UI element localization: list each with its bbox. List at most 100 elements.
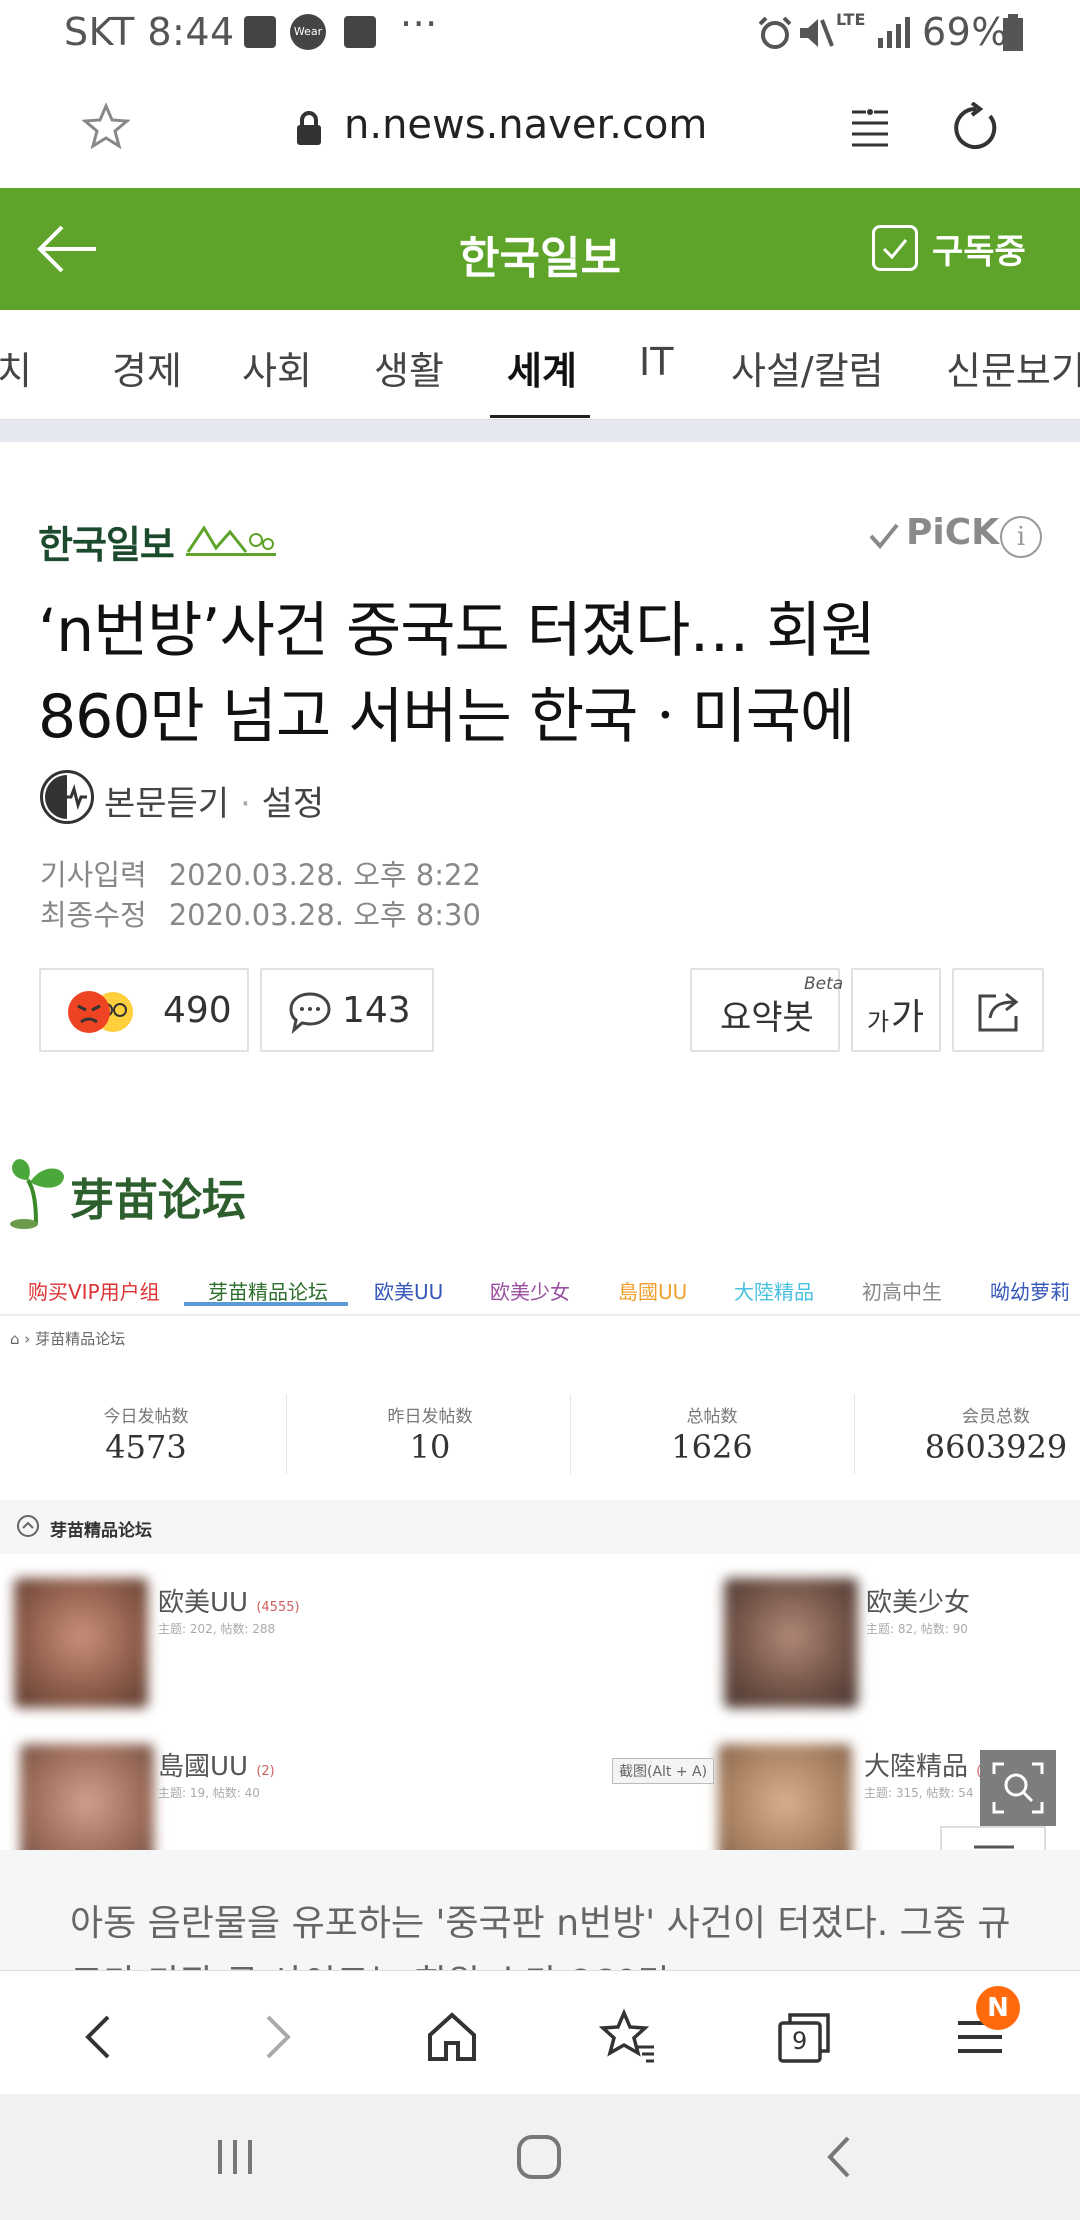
battery-percent: 69% — [922, 10, 1008, 54]
reaction-button[interactable]: 490 — [39, 968, 249, 1052]
tab-society[interactable]: 사회 — [242, 340, 312, 395]
listen-button[interactable]: 본문듣기 — [104, 784, 229, 824]
signal-icon — [878, 17, 910, 48]
image-search-button[interactable] — [980, 1750, 1056, 1826]
forum-nav-item: 欧美UU — [374, 1280, 444, 1304]
check-icon — [872, 225, 918, 271]
pick-label: PiCK — [906, 512, 1000, 553]
article-updated-date: 최종수정 2020.03.28. 오후 8:30 — [40, 892, 481, 934]
tab-economy[interactable]: 경제 — [112, 340, 182, 395]
subscribe-button[interactable]: 구독중 — [872, 222, 1026, 274]
battery-icon — [1003, 14, 1023, 51]
forum-sub: 主题: 19, 帖数: 40 — [158, 1786, 260, 1800]
forum-name: 欧美少女 — [866, 1588, 971, 1618]
tab-politics[interactable]: 정치 — [0, 340, 32, 395]
lte-label: LTE — [836, 10, 866, 29]
forum-sub: 主题: 315, 帖数: 54 — [864, 1786, 974, 1800]
alarm-icon — [758, 16, 792, 49]
stat-divider — [854, 1394, 855, 1474]
forum-name: 島國UU (2) — [158, 1746, 275, 1783]
comment-button[interactable]: 143 — [260, 968, 434, 1052]
star-icon[interactable] — [82, 102, 130, 150]
refresh-icon[interactable] — [950, 102, 1002, 154]
comment-icon — [289, 992, 331, 1034]
article-image: 芽苗论坛 购买VIP用户组 芽苗精品论坛 欧美UU 欧美少女 島國UU 大陸精品… — [0, 1146, 1080, 1850]
url-text[interactable]: n.news.naver.com — [344, 102, 707, 148]
back-icon[interactable] — [70, 2007, 130, 2067]
forward-icon[interactable] — [246, 2007, 306, 2067]
forum-sub: 主题: 82, 帖数: 90 — [866, 1622, 968, 1636]
stat-label: 今日发帖数 — [103, 1407, 189, 1427]
body-line: 아동 음란물을 유포하는 '중국판 n번방' 사건이 터졌다. 그중 규 — [70, 1903, 1011, 1944]
forum-title: 芽苗论坛 — [70, 1175, 246, 1226]
notification-icon — [244, 16, 276, 48]
forum-name-text: 大陸精品 — [864, 1752, 969, 1782]
reaction-emoji-icon — [68, 991, 133, 1033]
updated-date: 2020.03.28. 오후 8:30 — [168, 898, 481, 932]
article-input-date: 기사입력 2020.03.28. 오후 8:22 — [40, 852, 481, 894]
new-badge: N — [976, 1986, 1020, 2030]
screenshot-shortcut-label: 截图(Alt + A) — [612, 1758, 715, 1784]
input-label: 기사입력 — [40, 858, 147, 892]
listen-voice-icon[interactable] — [40, 770, 94, 824]
forum-name-text: 欧美UU — [158, 1588, 249, 1618]
forum-nav-indicator — [184, 1302, 348, 1306]
body-line: 모가 가장 큰 사이트는 회원 수가 860만 — [70, 1954, 1080, 1970]
sprout-logo-icon — [10, 1159, 64, 1229]
breadcrumb-label: 芽苗精品论坛 — [35, 1330, 126, 1348]
info-icon[interactable]: i — [1000, 516, 1042, 558]
article-body-text: 아동 음란물을 유포하는 '중국판 n번방' 사건이 터졌다. 그중 규 모가 … — [70, 1894, 1080, 1970]
article-headline: ‘n번방’사건 중국도 터졌다… 회원 860만 넘고 서버는 한국ㆍ미국에 — [38, 588, 1048, 760]
home-nav-icon[interactable] — [514, 2132, 564, 2182]
stat-divider — [286, 1394, 287, 1474]
comment-count: 143 — [342, 990, 411, 1031]
share-icon — [978, 992, 1019, 1032]
tab-it[interactable]: IT — [639, 340, 673, 384]
tab-life[interactable]: 생활 — [374, 340, 444, 395]
divider — [0, 420, 1080, 442]
forum-sub: 主题: 202, 帖数: 288 — [158, 1622, 276, 1636]
tab-world[interactable]: 세계 — [507, 340, 577, 395]
notification-icon — [344, 16, 376, 48]
forum-name-text: 島國UU — [158, 1752, 249, 1782]
stat-divider — [570, 1394, 571, 1474]
press-logo[interactable]: 한국일보 — [38, 514, 175, 569]
summary-bot-button[interactable]: 요약봇 Beta — [690, 968, 843, 1052]
forum-name: 大陸精品 (1 — [864, 1746, 990, 1783]
tab-opinion[interactable]: 사설/칼럼 — [731, 340, 884, 395]
section-tabs: 정치 경제 사회 생활 세계 IT 사설/칼럼 신문보기 — [0, 310, 1080, 420]
blurred-thumbnail — [14, 1578, 148, 1708]
forum-count: (4555) — [256, 1600, 300, 1615]
back-nav-icon[interactable] — [816, 2132, 866, 2182]
blurred-thumbnail — [20, 1744, 154, 1850]
mute-icon — [800, 19, 834, 47]
settings-link[interactable]: 설정 — [262, 784, 325, 824]
reader-mode-icon[interactable] — [848, 106, 892, 150]
tab-newspaper[interactable]: 신문보기 — [946, 340, 1080, 395]
recent-apps-icon[interactable] — [210, 2132, 260, 2182]
forum-count: (2) — [256, 1764, 275, 1779]
forum-nav-item: 芽苗精品论坛 — [208, 1280, 328, 1304]
separator-dot: · — [239, 784, 251, 824]
blurred-thumbnail — [718, 1744, 852, 1850]
font-size-large: 가 — [891, 997, 925, 1038]
forum-breadcrumb: ⌂ › 芽苗精品论坛 — [10, 1330, 126, 1348]
collapse-icon — [17, 1515, 39, 1537]
wear-icon: Wear — [290, 14, 326, 50]
forum-nav-item: 购买VIP用户组 — [28, 1280, 160, 1304]
section-label: 芽苗精品论坛 — [50, 1521, 152, 1541]
bookmark-star-icon[interactable] — [598, 2007, 658, 2067]
font-size-small: 가 — [867, 1008, 890, 1036]
subscribe-label: 구독중 — [932, 231, 1026, 272]
share-button[interactable] — [952, 968, 1044, 1052]
tabs-button[interactable]: 9 — [774, 2007, 834, 2067]
forum-nav: 购买VIP用户组 芽苗精品论坛 欧美UU 欧美少女 島國UU 大陸精品 初高中生… — [0, 1256, 1080, 1316]
status-bar: SKT 8:44 Wear ··· LTE 69% — [0, 0, 1080, 66]
font-size-button[interactable]: 가 가 — [851, 968, 941, 1052]
press-header: 한국일보 구독중 — [0, 188, 1080, 310]
home-icon[interactable] — [422, 2007, 482, 2067]
browser-toolbar: 9 — [0, 1970, 1080, 2094]
headline-line: ‘n번방’사건 중국도 터졌다… 회원 — [38, 596, 876, 666]
forum-name: 欧美UU (4555) — [158, 1582, 300, 1619]
forum-section-header: 芽苗精品论坛 — [0, 1500, 1080, 1554]
